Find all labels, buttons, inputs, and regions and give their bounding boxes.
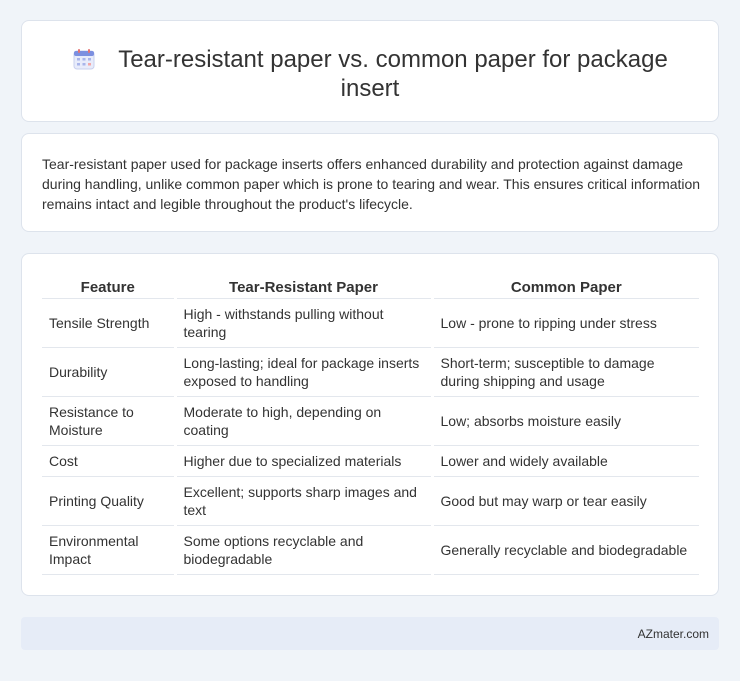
table-row: Environmental Impact Some options recycl… (42, 525, 699, 575)
common-cell: Lower and widely available (430, 445, 699, 477)
feature-cell: Environmental Impact (42, 525, 175, 575)
title-card: Tear-resistant paper vs. common paper fo… (21, 20, 719, 122)
footer-brand[interactable]: AZmater.com (638, 627, 709, 641)
tear-resistant-cell: Moderate to high, depending on coating (173, 396, 432, 446)
table-row: Durability Long-lasting; ideal for packa… (42, 347, 699, 397)
tear-resistant-cell: Excellent; supports sharp images and tex… (173, 476, 432, 526)
tear-resistant-cell: Higher due to specialized materials (173, 445, 432, 477)
tear-resistant-cell: High - withstands pulling without tearin… (173, 298, 432, 348)
feature-cell: Cost (42, 445, 175, 477)
common-cell: Low - prone to ripping under stress (430, 298, 699, 348)
tear-resistant-cell: Long-lasting; ideal for package inserts … (173, 347, 432, 397)
title-line-2: insert (340, 75, 400, 102)
page-title: Tear-resistant paper vs. common paper fo… (22, 45, 718, 103)
intro-card: Tear-resistant paper used for package in… (21, 133, 719, 232)
feature-cell: Tensile Strength (42, 298, 175, 348)
common-cell: Low; absorbs moisture easily (430, 396, 699, 446)
table-row: Tensile Strength High - withstands pulli… (42, 298, 699, 348)
feature-cell: Resistance to Moisture (42, 396, 175, 446)
footer-bar: AZmater.com (21, 617, 719, 650)
intro-text: Tear-resistant paper used for package in… (42, 156, 701, 212)
feature-cell: Printing Quality (42, 476, 175, 526)
header-tear-resistant: Tear-Resistant Paper (173, 277, 432, 299)
table-header-row: Feature Tear-Resistant Paper Common Pape… (42, 277, 699, 299)
table-row: Resistance to Moisture Moderate to high,… (42, 396, 699, 446)
comparison-table: Feature Tear-Resistant Paper Common Pape… (42, 277, 699, 575)
common-cell: Generally recyclable and biodegradable (430, 525, 699, 575)
calendar-icon (72, 47, 96, 71)
comparison-card: Feature Tear-Resistant Paper Common Pape… (21, 253, 719, 596)
table-row: Cost Higher due to specialized materials… (42, 445, 699, 477)
tear-resistant-cell: Some options recyclable and biodegradabl… (173, 525, 432, 575)
feature-cell: Durability (42, 347, 175, 397)
common-cell: Good but may warp or tear easily (430, 476, 699, 526)
title-line-1: Tear-resistant paper vs. common paper fo… (118, 46, 668, 73)
common-cell: Short-term; susceptible to damage during… (430, 347, 699, 397)
header-feature: Feature (42, 277, 175, 299)
table-row: Printing Quality Excellent; supports sha… (42, 476, 699, 526)
header-common: Common Paper (430, 277, 699, 299)
